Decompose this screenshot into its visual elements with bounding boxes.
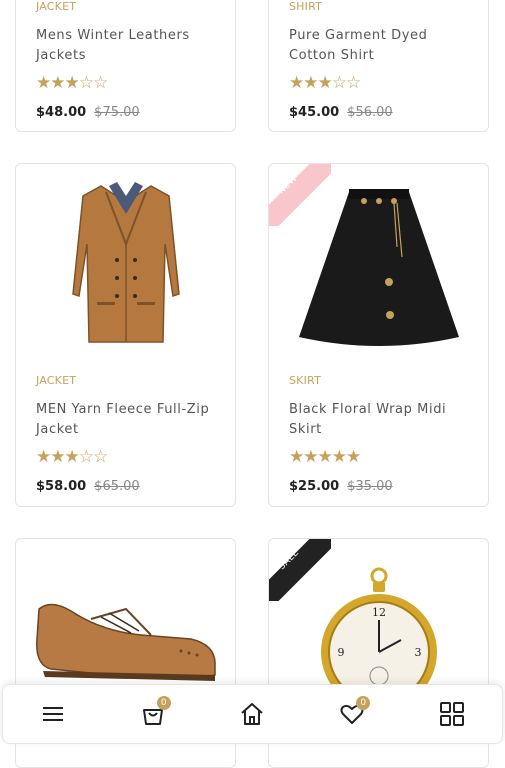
rating-stars: ★★★☆☆ xyxy=(36,447,108,467)
home-icon xyxy=(241,703,264,725)
menu-icon xyxy=(42,707,63,721)
product-card[interactable]: JACKET Mens Winter Leathers Jackets ★★★☆… xyxy=(15,0,236,132)
old-price: $75.00 xyxy=(94,105,140,120)
bottom-nav: 0 0 xyxy=(2,684,503,744)
svg-text:3: 3 xyxy=(414,646,421,659)
coat-icon xyxy=(71,182,180,343)
product-price: $25.00 $35.00 xyxy=(289,479,393,494)
menu-button[interactable] xyxy=(33,694,73,734)
current-price: $25.00 xyxy=(289,479,340,494)
product-card[interactable]: NEW SKIRT Black Floral Wrap Midi Skirt ★… xyxy=(268,163,489,507)
product-card[interactable]: SHIRT Pure Garment Dyed Cotton Shirt ★★★… xyxy=(268,0,489,132)
categories-button[interactable] xyxy=(432,694,472,734)
rating-stars: ★★★☆☆ xyxy=(36,73,108,93)
product-price: $48.00 $75.00 xyxy=(36,105,140,120)
current-price: $45.00 xyxy=(289,105,340,120)
rating-stars: ★★★☆☆ xyxy=(289,73,361,93)
old-price: $65.00 xyxy=(94,479,140,494)
svg-text:12: 12 xyxy=(372,606,386,619)
product-title[interactable]: Black Floral Wrap Midi Skirt xyxy=(289,400,474,440)
cart-button[interactable]: 0 xyxy=(133,694,173,734)
wishlist-button[interactable]: 0 xyxy=(332,694,372,734)
product-title[interactable]: MEN Yarn Fleece Full-Zip Jacket xyxy=(36,400,221,440)
new-badge: NEW xyxy=(269,164,331,226)
home-button[interactable] xyxy=(232,694,272,734)
product-category[interactable]: SHIRT xyxy=(289,0,322,13)
rating-stars: ★★★★★ xyxy=(289,447,361,467)
old-price: $56.00 xyxy=(347,105,393,120)
product-price: $58.00 $65.00 xyxy=(36,479,140,494)
shoe-icon xyxy=(35,603,216,681)
sale-badge: SALE xyxy=(269,539,331,601)
current-price: $58.00 xyxy=(36,479,87,494)
product-price: $45.00 $56.00 xyxy=(289,105,393,120)
svg-text:9: 9 xyxy=(337,646,344,659)
ribbon-band xyxy=(269,164,331,226)
current-price: $48.00 xyxy=(36,105,87,120)
product-category[interactable]: JACKET xyxy=(36,374,76,387)
product-image[interactable] xyxy=(16,164,235,359)
product-title[interactable]: Mens Winter Leathers Jackets xyxy=(36,26,221,66)
old-price: $35.00 xyxy=(347,479,393,494)
cart-count-badge: 0 xyxy=(156,696,171,710)
wishlist-count-badge: 0 xyxy=(356,696,371,710)
product-card[interactable]: JACKET MEN Yarn Fleece Full-Zip Jacket ★… xyxy=(15,163,236,507)
ribbon-band xyxy=(269,539,331,601)
product-category[interactable]: SKIRT xyxy=(289,374,321,387)
product-title[interactable]: Pure Garment Dyed Cotton Shirt xyxy=(289,26,474,66)
product-category[interactable]: JACKET xyxy=(36,0,76,13)
grid-icon xyxy=(440,702,465,726)
